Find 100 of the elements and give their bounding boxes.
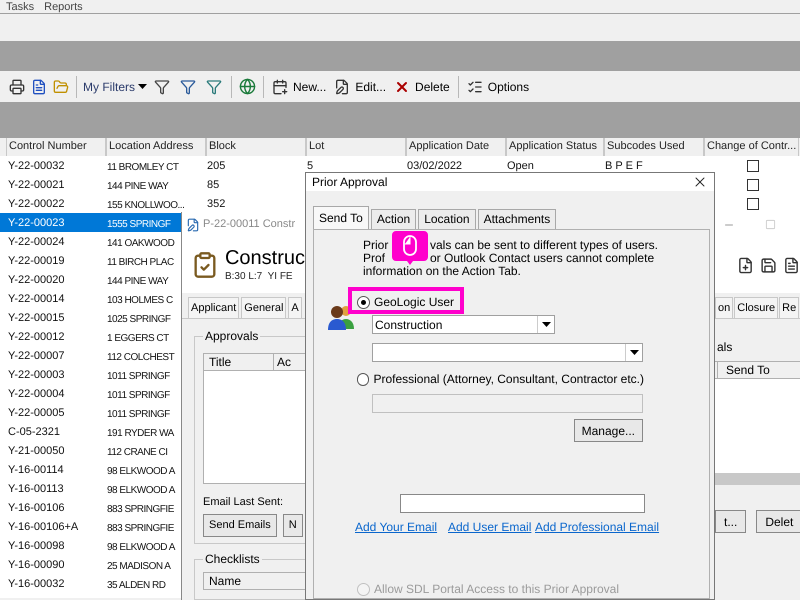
table-cell: 191 RYDER WA — [107, 428, 174, 438]
table-cell: Y-22-00024 — [8, 236, 64, 248]
info-text: or Outlook Contact users cannot complete — [430, 252, 654, 265]
table-cell: B P E F — [605, 160, 643, 172]
table-cell: 883 SPRINGFIE — [107, 504, 174, 514]
checkbox[interactable] — [746, 198, 758, 210]
filters-dropdown[interactable]: My Filters — [81, 78, 149, 96]
toolbar-button[interactable]: Edit... — [330, 78, 390, 96]
record-heading: Construc — [224, 246, 305, 268]
table-cell: 1025 SPRINGF — [107, 314, 170, 324]
table-cell: 11 BROMLEY CT — [107, 162, 178, 172]
radio-label: GeoLogic User — [374, 294, 454, 311]
table-cell: Y-22-00005 — [8, 407, 64, 420]
table-cell: Y-16-00114 — [8, 464, 64, 476]
tab[interactable]: Action — [370, 209, 416, 229]
table-cell: Y-22-00032 — [8, 160, 64, 172]
caret-icon — [630, 350, 638, 355]
table-cell: 155 KNOLLWOO... — [107, 200, 184, 210]
column-header[interactable]: Send To — [717, 362, 770, 378]
document-icon[interactable] — [783, 256, 800, 274]
email-link[interactable]: Add Your Email — [355, 518, 448, 536]
edit-document-icon — [334, 78, 350, 94]
dialog-title: Prior Approval — [312, 174, 388, 191]
tab[interactable]: on — [715, 297, 734, 318]
table-cell: Y-22-00019 — [8, 255, 64, 268]
email-field[interactable] — [400, 494, 645, 513]
table-cell: 205 — [207, 160, 226, 172]
new-document-icon[interactable] — [737, 256, 754, 274]
button[interactable]: t... — [715, 510, 746, 533]
filter-icon[interactable] — [206, 78, 222, 94]
radio-label: Allow SDL Portal Access to this Prior Approval — [374, 581, 619, 598]
radio-button[interactable] — [357, 372, 370, 386]
table-cell: Open — [507, 160, 534, 172]
table-cell: 5 — [307, 160, 314, 172]
globe-search-icon[interactable] — [239, 78, 256, 95]
table-cell: 352 — [207, 198, 226, 210]
tab[interactable]: General — [241, 297, 286, 318]
window-icon — [186, 218, 200, 232]
radio-button[interactable] — [357, 296, 370, 308]
tab[interactable]: Location — [418, 209, 476, 229]
table-cell: Y-16-00106+A — [8, 521, 78, 534]
group-title: als — [716, 339, 732, 356]
table-cell: Y-21-00050 — [8, 445, 64, 458]
save-icon[interactable] — [760, 256, 777, 274]
table-cell: 112 COLCHEST — [107, 352, 174, 362]
table-cell: 35 ALDEN RD — [107, 580, 166, 590]
document-icon[interactable] — [31, 78, 47, 94]
app-tab[interactable]: Tasks — [6, 0, 34, 12]
record-subheading: B:30 L:7 YI FE — [224, 270, 294, 284]
table-cell: Y-16-00090 — [8, 559, 64, 572]
table-cell: C-05-2321 — [8, 426, 60, 438]
info-text: Prior — [363, 239, 390, 252]
tab[interactable]: A — [288, 297, 302, 318]
info-text: vals can be sent to different types of users. — [430, 239, 658, 252]
caret-icon — [542, 322, 550, 327]
email-link[interactable]: Add Professional Email — [535, 518, 660, 536]
radio-label: Professional (Attorney, Consultant, Contractor etc.) — [373, 371, 644, 388]
tab[interactable]: Attachments — [478, 209, 556, 229]
toolbar-button[interactable]: New... — [268, 78, 330, 96]
table-cell: 1555 SPRINGF — [107, 218, 170, 230]
table-cell: Y-16-00032 — [8, 578, 64, 590]
info-text: information on the Action Tab. — [363, 265, 521, 278]
department-select[interactable]: Construction — [372, 315, 555, 334]
tab[interactable]: Applicant — [188, 297, 240, 318]
filter-icon[interactable] — [154, 78, 170, 94]
button[interactable]: Send Emails — [203, 514, 277, 536]
column-header[interactable]: Title — [204, 354, 274, 370]
table-cell: Y-22-00012 — [8, 331, 64, 344]
printer-icon[interactable] — [9, 78, 25, 94]
table-cell: Y-22-00020 — [8, 274, 64, 286]
email-last-sent-label: Email Last Sent: — [203, 495, 284, 510]
calendar-plus-icon — [272, 78, 288, 94]
user-select[interactable] — [372, 343, 643, 362]
caret-icon — [138, 84, 147, 89]
table-cell: Y-22-00014 — [8, 293, 64, 306]
folder-icon[interactable] — [53, 78, 69, 94]
selected-row[interactable]: Y-22-00023 1555 SPRINGF — [0, 213, 181, 232]
table-cell: Y-16-00098 — [8, 540, 64, 552]
tab[interactable]: Re — [779, 297, 800, 318]
table-cell: 103 HOLMES C — [107, 294, 173, 306]
checkbox[interactable] — [746, 160, 758, 172]
toolbar-button[interactable]: Delete — [390, 78, 454, 96]
toolbar-button[interactable]: Options — [462, 78, 534, 96]
table-cell: 144 PINE WAY — [107, 180, 168, 192]
filter-icon[interactable] — [180, 78, 196, 94]
tab[interactable]: Closure — [734, 297, 778, 318]
button[interactable]: N — [282, 514, 303, 536]
table-cell: 1011 SPRINGF — [107, 390, 170, 400]
email-link[interactable]: Add User Email — [448, 518, 535, 536]
checkbox[interactable] — [746, 178, 758, 190]
button[interactable]: Delet — [756, 510, 800, 533]
tab[interactable]: Send To — [313, 206, 369, 229]
table-cell: 98 ELKWOOD A — [107, 466, 175, 476]
table-cell: 11 BIRCH PLAC — [107, 256, 174, 268]
table-cell: Y-22-00007 — [8, 350, 64, 362]
app-tab[interactable]: Reports — [44, 0, 83, 12]
column-header[interactable]: Ac — [274, 354, 292, 370]
users-icon — [327, 303, 355, 331]
manage-button[interactable]: Manage... — [574, 419, 643, 442]
table-cell: Y-22-00022 — [8, 198, 64, 210]
